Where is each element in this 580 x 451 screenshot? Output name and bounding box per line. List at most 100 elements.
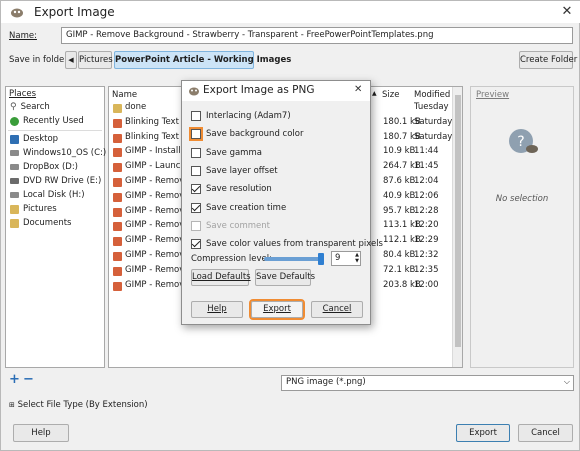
option-label: Save resolution <box>206 184 272 195</box>
image-file-icon <box>113 148 122 158</box>
no-preview-icon: ? <box>507 125 539 157</box>
add-bookmark-button[interactable]: + <box>9 372 20 387</box>
option-save-gamma[interactable]: Save gamma <box>191 146 262 160</box>
drive-icon <box>10 150 19 156</box>
file-modified: Saturday <box>414 131 453 142</box>
drive-icon <box>10 164 19 170</box>
place-item-label: Documents <box>23 218 72 228</box>
option-save-comment: Save comment <box>191 219 270 233</box>
dialog-export-button[interactable]: Export <box>249 299 305 320</box>
checkbox[interactable] <box>191 165 201 176</box>
image-file-icon <box>113 118 122 128</box>
image-file-icon <box>113 192 122 202</box>
gimp-dialog-icon <box>188 85 200 96</box>
place-item-label: Search <box>20 102 50 112</box>
option-label: Interlacing (Adam7) <box>206 111 291 121</box>
place-item-desktop[interactable]: Desktop <box>10 132 58 146</box>
image-file-icon <box>113 222 122 232</box>
checkbox[interactable] <box>191 147 201 158</box>
file-modified: Saturday <box>414 116 453 127</box>
place-item-pictures[interactable]: Pictures <box>10 202 57 216</box>
save-defaults-button[interactable]: Save Defaults <box>255 269 315 286</box>
dvd-icon <box>10 178 19 184</box>
file-modified: 12:29 <box>414 235 439 246</box>
compression-slider-fill <box>264 257 324 261</box>
compression-spinbox[interactable]: 9 ▲ ▼ <box>331 251 361 266</box>
place-item-dvd[interactable]: DVD RW Drive (E:) <box>10 174 101 188</box>
image-file-icon <box>113 207 122 217</box>
option-save-color-values-from-transparent-pixels[interactable]: Save color values from transparent pixel… <box>191 237 383 251</box>
place-item-label: Windows10_OS (C:) <box>23 148 107 158</box>
file-modified: 11:44 <box>414 146 439 157</box>
option-label: Save background color <box>206 129 304 140</box>
place-item-local-disk[interactable]: Local Disk (H:) <box>10 188 85 202</box>
help-button[interactable]: Help <box>13 424 69 442</box>
place-item-windows[interactable]: Windows10_OS (C:) <box>10 146 106 160</box>
window-close-button[interactable]: ✕ <box>560 4 574 19</box>
option-label: Save layer offset <box>206 165 278 176</box>
gimp-app-icon <box>10 6 24 18</box>
checkbox[interactable] <box>189 127 203 142</box>
path-crumb-pictures[interactable]: Pictures <box>78 51 113 69</box>
folder-icon <box>10 218 19 228</box>
file-size: 80.4 kB <box>383 250 416 260</box>
checkbox[interactable] <box>191 202 201 213</box>
preview-panel: Preview ? No selection <box>470 86 574 368</box>
column-name-header[interactable]: Name <box>112 90 137 100</box>
folder-icon <box>113 104 122 113</box>
file-size: 87.6 kB <box>383 176 416 186</box>
place-item-dropbox[interactable]: DropBox (D:) <box>10 160 78 174</box>
place-item-label: DVD RW Drive (E:) <box>23 176 102 186</box>
option-save-layer-offset[interactable]: Save layer offset <box>191 164 278 178</box>
option-save-creation-time[interactable]: Save creation time <box>191 201 286 215</box>
cancel-button[interactable]: Cancel <box>518 424 573 442</box>
file-modified: 12:04 <box>414 176 439 186</box>
path-crumb-current[interactable]: PowerPoint Article - Working Images <box>114 51 291 69</box>
file-modified: Tuesday <box>414 102 449 112</box>
compression-slider-handle[interactable] <box>318 253 324 265</box>
option-interlacing-adam7[interactable]: Interlacing (Adam7) <box>191 109 291 123</box>
file-modified: 12:28 <box>414 205 439 216</box>
compression-slider[interactable] <box>264 253 324 265</box>
place-item-documents[interactable]: Documents <box>10 216 71 230</box>
filetype-select[interactable]: PNG image (*.png) ⌵ <box>281 375 574 391</box>
sort-arrow-icon: ▲ <box>372 90 377 97</box>
file-modified: 12:20 <box>414 220 439 231</box>
option-save-background-color[interactable]: Save background color <box>189 127 304 142</box>
dialog-close-button[interactable]: ✕ <box>354 84 362 95</box>
option-label: Save gamma <box>206 147 262 158</box>
checkbox <box>191 220 201 231</box>
image-file-icon <box>113 237 122 247</box>
place-item-recently-used[interactable]: Recently Used <box>10 114 84 128</box>
png-export-dialog: Export Image as PNG ✕ Interlacing (Adam7… <box>181 80 383 325</box>
column-modified-header[interactable]: Modified <box>414 90 450 100</box>
dialog-cancel-button[interactable]: Cancel <box>311 301 363 318</box>
place-item-label: Desktop <box>23 134 59 144</box>
option-save-resolution[interactable]: Save resolution <box>191 182 272 196</box>
remove-bookmark-button[interactable]: − <box>23 372 34 387</box>
file-size: 10.9 kB <box>383 146 416 157</box>
load-defaults-label: Load Defaults <box>192 272 251 282</box>
checkbox[interactable] <box>191 184 201 195</box>
checkbox[interactable] <box>191 111 201 121</box>
vertical-scrollbar[interactable] <box>452 87 462 367</box>
search-icon: ⚲ <box>10 102 17 112</box>
load-defaults-button[interactable]: Load Defaults <box>191 269 251 286</box>
path-back-button[interactable]: ◀ <box>65 51 77 69</box>
recent-icon <box>10 116 19 126</box>
place-item-search[interactable]: ⚲ Search <box>10 100 50 114</box>
file-size: 72.1 kB <box>383 264 416 275</box>
dialog-export-label: Export <box>263 304 291 314</box>
create-folder-button[interactable]: Create Folder <box>519 51 577 69</box>
checkbox[interactable] <box>191 239 201 250</box>
spin-arrows-icon: ▲ ▼ <box>355 252 359 264</box>
scrollbar-thumb[interactable] <box>455 95 461 347</box>
filename-input[interactable]: GIMP - Remove Background - Strawberry - … <box>61 27 573 44</box>
dialog-help-button[interactable]: Help <box>191 301 243 318</box>
column-size-header[interactable]: Size <box>382 90 399 100</box>
expander-icon: ⊞ <box>9 401 15 409</box>
dialog-title: Export Image as PNG <box>203 84 315 96</box>
export-button[interactable]: Export <box>456 424 510 442</box>
select-filetype-expander[interactable]: ⊞ Select File Type (By Extension) <box>9 400 148 410</box>
option-label: Save creation time <box>206 202 287 213</box>
